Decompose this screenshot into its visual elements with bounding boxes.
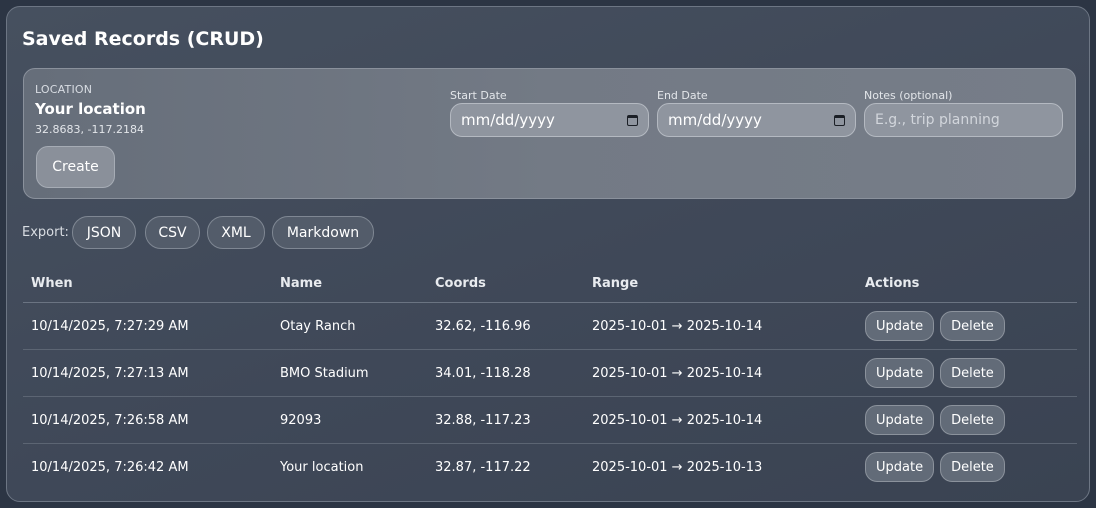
cell-range: 2025-10-01 → 2025-10-14 bbox=[584, 396, 857, 444]
cell-actions: Update Delete bbox=[857, 349, 1077, 397]
export-json-button[interactable]: JSON bbox=[72, 216, 136, 249]
notes-placeholder: E.g., trip planning bbox=[875, 112, 1000, 128]
cell-coords: 32.87, -117.22 bbox=[435, 459, 531, 475]
start-date-input[interactable]: mm/dd/yyyy bbox=[450, 103, 649, 137]
column-header-actions: Actions bbox=[857, 264, 1077, 303]
start-date-value: mm/dd/yyyy bbox=[461, 111, 555, 129]
start-date-label: Start Date bbox=[450, 89, 507, 102]
end-date-value: mm/dd/yyyy bbox=[668, 111, 762, 129]
update-button[interactable]: Update bbox=[865, 405, 935, 435]
cell-when: 10/14/2025, 7:27:29 AM bbox=[23, 302, 272, 350]
cell-name: Otay Ranch bbox=[272, 302, 427, 350]
table-row: 10/14/2025, 7:26:58 AM 92093 32.88, -117… bbox=[23, 396, 1077, 444]
column-header-when: When bbox=[23, 264, 272, 303]
location-name: Your location bbox=[35, 100, 146, 118]
end-date-input[interactable]: mm/dd/yyyy bbox=[657, 103, 856, 137]
saved-records-card: Saved Records (CRUD) LOCATION Your locat… bbox=[6, 6, 1090, 502]
calendar-icon[interactable] bbox=[834, 114, 845, 126]
table-header-row: When Name Coords Range Actions bbox=[23, 264, 1077, 303]
calendar-icon[interactable] bbox=[627, 114, 638, 126]
location-caption: LOCATION bbox=[35, 83, 93, 96]
create-record-panel: LOCATION Your location 32.8683, -117.218… bbox=[23, 68, 1076, 199]
delete-button[interactable]: Delete bbox=[940, 358, 1005, 388]
column-header-range: Range bbox=[584, 264, 857, 303]
export-label: Export: bbox=[22, 225, 69, 240]
location-coords: 32.8683, -117.2184 bbox=[35, 123, 144, 136]
records-table: When Name Coords Range Actions 10/14/202… bbox=[23, 264, 1077, 490]
notes-input[interactable]: E.g., trip planning bbox=[864, 103, 1063, 137]
export-xml-button[interactable]: XML bbox=[207, 216, 265, 249]
export-csv-button[interactable]: CSV bbox=[145, 216, 200, 249]
cell-name: Your location bbox=[280, 459, 364, 475]
cell-actions: Update Delete bbox=[857, 444, 1077, 491]
cell-coords: 32.62, -116.96 bbox=[427, 302, 584, 350]
update-button[interactable]: Update bbox=[865, 311, 935, 341]
cell-name: 92093 bbox=[272, 396, 427, 444]
update-button[interactable]: Update bbox=[865, 452, 935, 482]
cell-coords: 34.01, -118.28 bbox=[427, 349, 584, 397]
cell-range: 2025-10-01 → 2025-10-14 bbox=[584, 349, 857, 397]
update-button[interactable]: Update bbox=[865, 358, 935, 388]
cell-range: 2025-10-01 → 2025-10-14 bbox=[584, 302, 857, 350]
cell-actions: Update Delete bbox=[857, 302, 1077, 350]
table-row: 10/14/2025, 7:27:13 AM BMO Stadium 34.01… bbox=[23, 349, 1077, 397]
cell-when: 10/14/2025, 7:26:42 AM bbox=[31, 459, 189, 475]
delete-button[interactable]: Delete bbox=[940, 452, 1005, 482]
cell-name: BMO Stadium bbox=[272, 349, 427, 397]
create-button[interactable]: Create bbox=[36, 146, 115, 188]
cell-coords: 32.88, -117.23 bbox=[427, 396, 584, 444]
cell-when: 10/14/2025, 7:26:58 AM bbox=[23, 396, 272, 444]
cell-range: 2025-10-01 → 2025-10-13 bbox=[592, 459, 763, 475]
end-date-label: End Date bbox=[657, 89, 708, 102]
delete-button[interactable]: Delete bbox=[940, 311, 1005, 341]
cell-when: 10/14/2025, 7:27:13 AM bbox=[23, 349, 272, 397]
export-markdown-button[interactable]: Markdown bbox=[272, 216, 374, 249]
page-title: Saved Records (CRUD) bbox=[22, 28, 264, 50]
column-header-coords: Coords bbox=[427, 264, 584, 303]
notes-label: Notes (optional) bbox=[864, 89, 953, 102]
delete-button[interactable]: Delete bbox=[940, 405, 1005, 435]
table-row: 10/14/2025, 7:27:29 AM Otay Ranch 32.62,… bbox=[23, 302, 1077, 350]
column-header-name: Name bbox=[272, 264, 427, 303]
cell-actions: Update Delete bbox=[857, 396, 1077, 444]
table-row: 10/14/2025, 7:26:42 AM Your location 32.… bbox=[23, 444, 1077, 491]
